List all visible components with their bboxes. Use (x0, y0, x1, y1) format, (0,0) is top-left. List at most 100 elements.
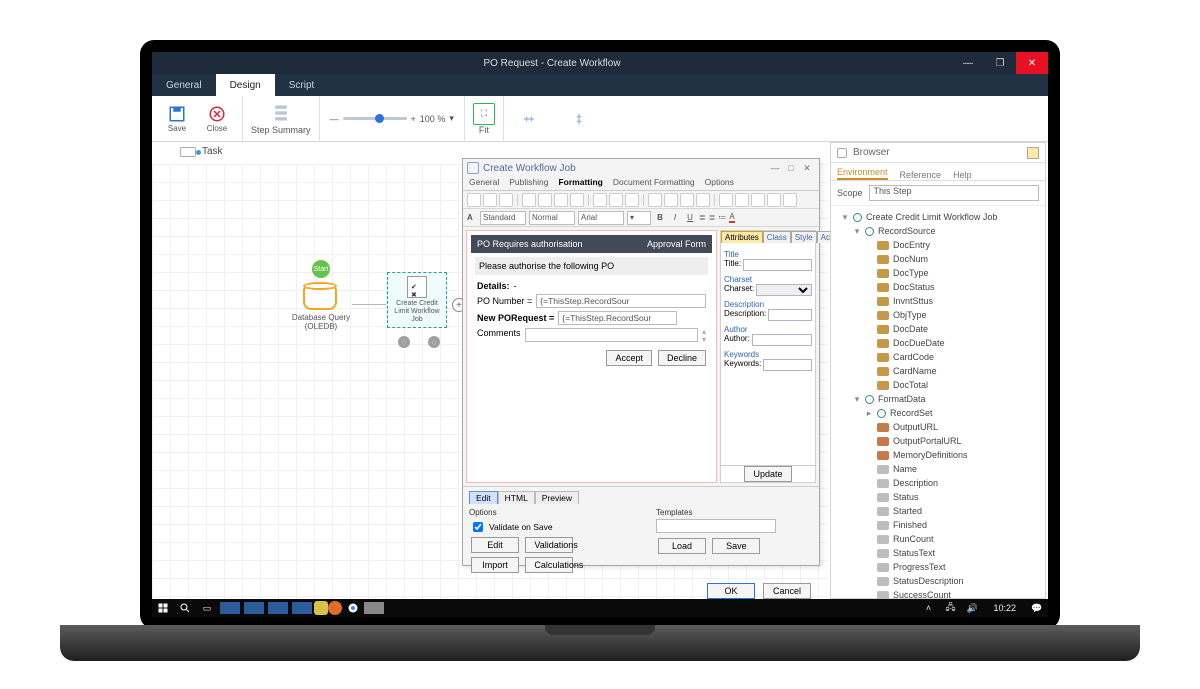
node-pin-b[interactable]: ◌ (428, 336, 440, 348)
tb-icon[interactable] (625, 193, 639, 207)
view-tab-html[interactable]: HTML (498, 491, 535, 504)
tab-script[interactable]: Script (275, 74, 329, 96)
tree-formatdata[interactable]: ▾FormatData (835, 392, 1041, 406)
tree-field-doctotal[interactable]: DocTotal (835, 378, 1041, 392)
dialog-maximize-button[interactable]: □ (783, 161, 799, 175)
prop-desc-input[interactable] (768, 309, 812, 321)
tpl-save-button[interactable]: Save (712, 538, 760, 554)
view-tab-preview[interactable]: Preview (535, 491, 579, 504)
prop-title-input[interactable] (743, 259, 812, 271)
tree-field-cardcode[interactable]: CardCode (835, 350, 1041, 364)
italic-button[interactable]: I (669, 213, 681, 222)
tree-field-statustext[interactable]: StatusText (835, 546, 1041, 560)
dialog-cancel-button[interactable]: Cancel (763, 583, 811, 599)
tray-network-icon[interactable]: 🖧 (939, 599, 961, 617)
tree-field-invntsttus[interactable]: InvntSttus (835, 294, 1041, 308)
tb-icon[interactable] (554, 193, 568, 207)
taskbar-chrome-icon[interactable] (342, 599, 364, 617)
font-select[interactable]: Arial (578, 211, 624, 225)
minimize-button[interactable]: — (952, 52, 984, 74)
tree-recordset[interactable]: ▸RecordSet (835, 406, 1041, 420)
tb-icon[interactable] (467, 193, 481, 207)
opt-import-button[interactable]: Import (471, 557, 519, 573)
tree-field-docstatus[interactable]: DocStatus (835, 280, 1041, 294)
prop-tab-attributes[interactable]: Attributes (721, 231, 763, 243)
tpl-load-button[interactable]: Load (658, 538, 706, 554)
opt-calculations-button[interactable]: Calculations (525, 557, 573, 573)
prop-keywords-input[interactable] (763, 359, 812, 371)
notifications-icon[interactable]: 💬 (1026, 599, 1048, 617)
templates-dropdown[interactable] (656, 519, 776, 533)
tree-field-started[interactable]: Started (835, 504, 1041, 518)
paragraph-select[interactable]: Normal (529, 211, 575, 225)
tree-field-name[interactable]: Name (835, 462, 1041, 476)
tray-up-icon[interactable]: ˄ (917, 599, 939, 617)
dlg-tab-docfmt[interactable]: Document Formatting (613, 177, 695, 190)
node-database-query[interactable]: Start Database Query (OLEDB) (292, 260, 350, 332)
po-number-input[interactable] (536, 294, 706, 308)
scope-select[interactable]: This Step (869, 185, 1039, 201)
view-tab-edit[interactable]: Edit (469, 491, 498, 504)
node-pin-a[interactable]: ◌ (398, 336, 410, 348)
tb-icon[interactable] (570, 193, 584, 207)
tree-field-docnum[interactable]: DocNum (835, 252, 1041, 266)
tb-icon[interactable] (648, 193, 662, 207)
update-button[interactable]: Update (744, 466, 791, 482)
tray-sound-icon[interactable]: 🔊 (961, 599, 983, 617)
browser-tab-help[interactable]: Help (953, 170, 972, 180)
tb-icon[interactable] (696, 193, 710, 207)
taskbar-clock[interactable]: 10:22 (983, 603, 1026, 613)
tb-icon[interactable] (664, 193, 678, 207)
align-vertical-button[interactable] (554, 96, 604, 142)
tree-field-description[interactable]: Description (835, 476, 1041, 490)
tree-field-docentry[interactable]: DocEntry (835, 238, 1041, 252)
dialog-minimize-button[interactable]: — (767, 161, 783, 175)
dlg-tab-general[interactable]: General (469, 177, 499, 190)
tab-general[interactable]: General (152, 74, 216, 96)
taskbar-app[interactable] (292, 602, 312, 614)
bullet-list-icon[interactable]: ≔ (718, 213, 726, 222)
validate-checkbox[interactable]: Validate on Save (469, 519, 626, 535)
align-left-icon[interactable]: ≣ (699, 213, 706, 222)
tree-field-successcount[interactable]: SuccessCount (835, 588, 1041, 599)
align-center-icon[interactable]: ≣ (709, 213, 716, 222)
comments-input[interactable] (525, 328, 698, 342)
browser-tab-ref[interactable]: Reference (900, 170, 942, 180)
align-horizontal-button[interactable] (504, 96, 554, 142)
prop-tab-class[interactable]: Class (763, 231, 791, 243)
prop-author-input[interactable] (752, 334, 812, 346)
tree-field-docdate[interactable]: DocDate (835, 322, 1041, 336)
spinner-icon[interactable]: ▴▾ (702, 328, 706, 344)
step-summary-button[interactable]: Step Summary (243, 96, 320, 142)
dialog-close-button[interactable]: ✕ (799, 161, 815, 175)
start-button[interactable] (152, 599, 174, 617)
prop-tab-style[interactable]: Style (791, 231, 817, 243)
pin-icon[interactable] (1027, 147, 1039, 159)
maximize-button[interactable]: ❐ (984, 52, 1016, 74)
tree-recordsource[interactable]: ▾RecordSource (835, 224, 1041, 238)
tree-field-progresstext[interactable]: ProgressText (835, 560, 1041, 574)
accept-button[interactable]: Accept (606, 350, 652, 366)
tb-icon[interactable] (680, 193, 694, 207)
tree-field-status[interactable]: Status (835, 490, 1041, 504)
dialog-ok-button[interactable]: OK (707, 583, 755, 599)
underline-button[interactable]: U (684, 213, 696, 222)
tb-icon[interactable] (593, 193, 607, 207)
prop-charset-select[interactable] (756, 284, 812, 296)
tb-icon[interactable] (783, 193, 797, 207)
node-create-workflow[interactable]: Create Credit Limit Workflow Job (388, 272, 446, 328)
taskbar-app[interactable] (220, 602, 240, 614)
dlg-tab-options[interactable]: Options (705, 177, 734, 190)
browser-tree[interactable]: ▾Create Credit Limit Workflow Job▾Record… (831, 206, 1045, 599)
bold-button[interactable]: B (654, 213, 666, 222)
taskbar-app[interactable] (268, 602, 288, 614)
zoom-minus-button[interactable]: — (330, 114, 339, 124)
text-color-icon[interactable]: A (729, 212, 734, 223)
close-workflow-button[interactable]: Close (200, 99, 234, 139)
tb-icon[interactable] (719, 193, 733, 207)
tree-field-outputportalurl[interactable]: OutputPortalURL (835, 434, 1041, 448)
tb-icon[interactable] (522, 193, 536, 207)
tree-field-cardname[interactable]: CardName (835, 364, 1041, 378)
tree-field-outputurl[interactable]: OutputURL (835, 420, 1041, 434)
fontsize-select[interactable]: ▾ (627, 211, 651, 225)
